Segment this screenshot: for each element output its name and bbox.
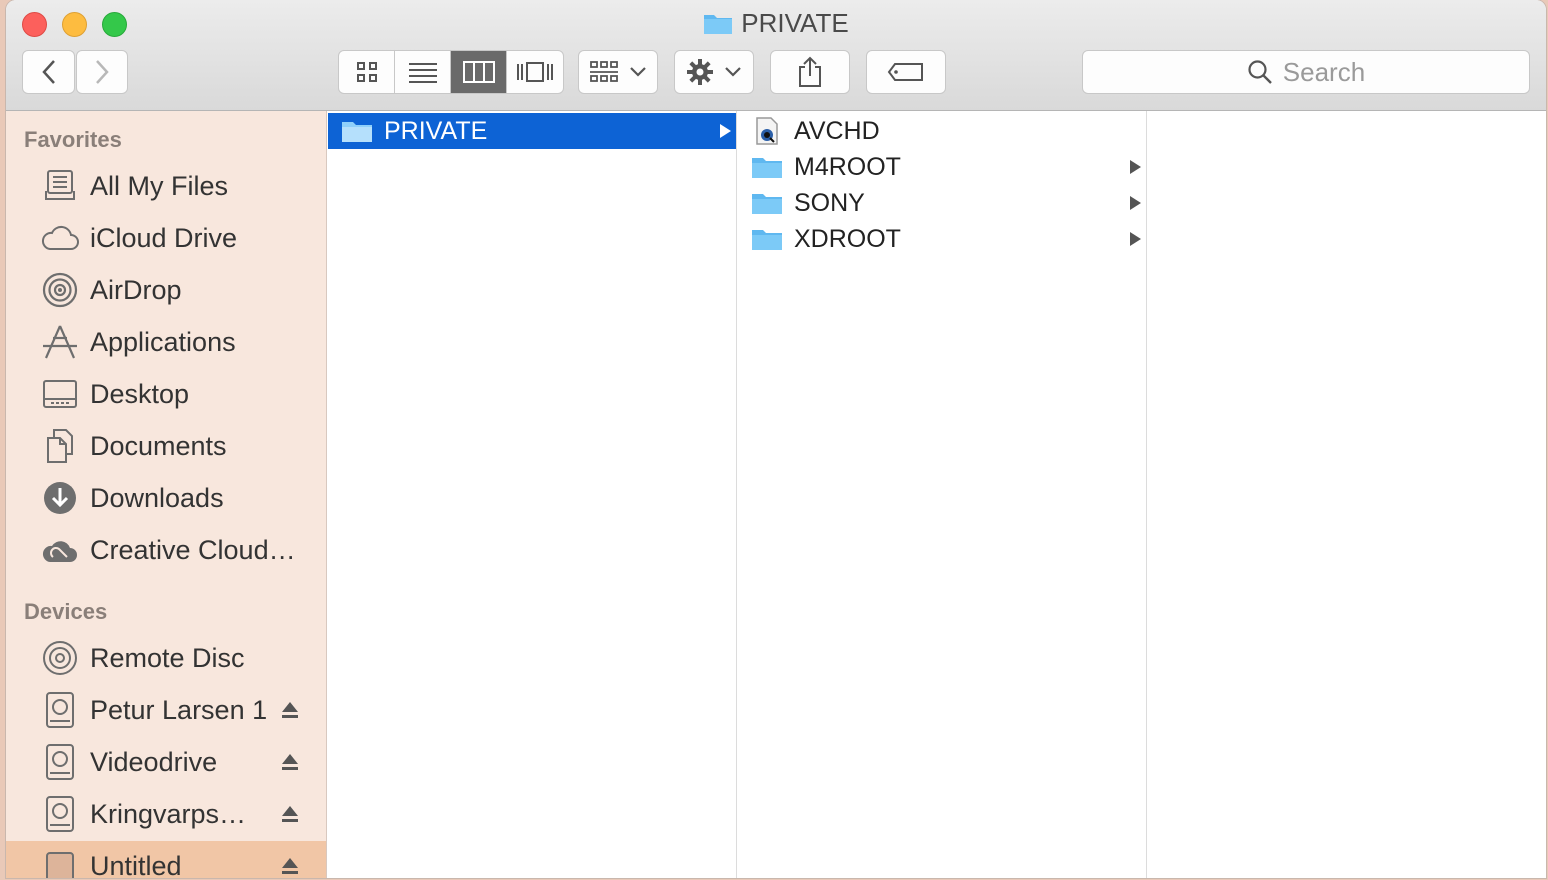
downloads-icon xyxy=(40,478,80,518)
view-mode-segment xyxy=(338,50,564,94)
drive-icon xyxy=(40,846,80,878)
window-title-text: PRIVATE xyxy=(741,8,849,38)
list-item-m4root[interactable]: M4ROOT xyxy=(738,149,1146,185)
creative-cloud-icon xyxy=(40,530,80,570)
folder-icon xyxy=(750,191,784,215)
sidebar-item-desktop[interactable]: Desktop xyxy=(6,369,326,419)
browser-column-2: AVCHD M4ROOT SONY XDROOT xyxy=(738,111,1147,878)
sidebar-item-creative-cloud[interactable]: Creative Cloud… xyxy=(6,525,326,575)
chevron-right-icon xyxy=(96,60,109,84)
eject-icon[interactable] xyxy=(279,752,301,772)
sidebar-item-kringvarps[interactable]: Kringvarps… xyxy=(6,789,326,839)
eject-icon[interactable] xyxy=(279,700,301,720)
all-files-icon xyxy=(40,166,80,206)
disc-icon xyxy=(40,638,80,678)
eject-icon[interactable] xyxy=(279,856,301,876)
window-title: PRIVATE xyxy=(6,8,1546,42)
sidebar-item-icloud-drive[interactable]: iCloud Drive xyxy=(6,213,326,263)
chevron-down-icon xyxy=(630,67,646,77)
list-view-icon xyxy=(408,63,437,83)
drive-icon xyxy=(40,794,80,834)
disclosure-arrow-icon xyxy=(1130,160,1141,174)
sidebar-item-label: All My Files xyxy=(90,170,229,201)
folder-icon xyxy=(750,227,784,251)
column-view-button[interactable] xyxy=(451,51,507,93)
sidebar-item-label: Untitled xyxy=(90,850,182,879)
applications-icon xyxy=(40,322,80,362)
arrange-icon xyxy=(590,61,618,82)
list-item-xdroot[interactable]: XDROOT xyxy=(738,221,1146,257)
chevron-down-icon xyxy=(725,67,741,77)
list-item-label: SONY xyxy=(794,188,865,217)
sidebar-item-applications[interactable]: Applications xyxy=(6,317,326,367)
sidebar-item-untitled[interactable]: Untitled xyxy=(6,841,326,879)
sidebar-item-all-my-files[interactable]: All My Files xyxy=(6,161,326,211)
cover-flow-icon xyxy=(517,62,553,82)
folder-icon xyxy=(750,155,784,179)
gear-icon xyxy=(687,59,713,85)
tag-icon xyxy=(887,63,923,81)
sidebar-section-devices: Devices xyxy=(24,599,108,624)
sidebar-item-label: iCloud Drive xyxy=(90,222,238,253)
back-button[interactable] xyxy=(22,50,75,94)
sidebar-item-label: Kringvarps… xyxy=(90,798,247,829)
list-item-label: AVCHD xyxy=(794,116,880,145)
cloud-icon xyxy=(40,218,80,258)
desktop-icon xyxy=(40,374,80,414)
folder-icon xyxy=(340,119,374,143)
list-item-label: PRIVATE xyxy=(384,116,488,145)
airdrop-icon xyxy=(40,270,80,310)
disclosure-arrow-icon xyxy=(720,124,731,138)
sidebar-item-label: Desktop xyxy=(90,378,190,409)
sidebar-item-label: Videodrive xyxy=(90,746,218,777)
list-item-label: M4ROOT xyxy=(794,152,901,181)
documents-icon xyxy=(40,426,80,466)
cover-flow-button[interactable] xyxy=(507,51,563,93)
sidebar: Favorites All My Files iCloud Drive AirD… xyxy=(6,111,327,878)
disclosure-arrow-icon xyxy=(1130,196,1141,210)
browser-column-3 xyxy=(1148,111,1546,878)
sidebar-item-label: Creative Cloud… xyxy=(90,534,296,565)
search-icon xyxy=(1248,60,1272,84)
tags-button[interactable] xyxy=(866,50,946,94)
share-icon xyxy=(799,56,821,87)
action-button[interactable] xyxy=(674,50,754,94)
sidebar-item-label: Applications xyxy=(90,326,236,357)
icon-view-button[interactable] xyxy=(339,51,395,93)
sidebar-item-label: Remote Disc xyxy=(90,642,245,673)
drive-icon xyxy=(40,742,80,782)
sidebar-item-downloads[interactable]: Downloads xyxy=(6,473,326,523)
sidebar-section-favorites: Favorites xyxy=(24,127,122,152)
search-placeholder: Search xyxy=(1282,56,1366,87)
list-item-label: XDROOT xyxy=(794,224,901,253)
toolbar: PRIVATE Search xyxy=(6,0,1546,111)
sidebar-item-label: Petur Larsen 1 xyxy=(90,694,268,725)
column-view-icon xyxy=(462,61,495,83)
sidebar-item-label: Documents xyxy=(90,430,227,461)
forward-button[interactable] xyxy=(76,50,128,94)
search-field[interactable]: Search xyxy=(1082,50,1530,94)
finder-window: PRIVATE Search Favorites All My Files iC… xyxy=(6,0,1546,878)
list-item-sony[interactable]: SONY xyxy=(738,185,1146,221)
drive-icon xyxy=(40,690,80,730)
list-view-button[interactable] xyxy=(395,51,451,93)
list-item-private[interactable]: PRIVATE xyxy=(328,113,736,149)
sidebar-item-petur-larsen[interactable]: Petur Larsen 1 xyxy=(6,685,326,735)
sidebar-item-airdrop[interactable]: AirDrop xyxy=(6,265,326,315)
package-icon xyxy=(750,116,784,146)
chevron-left-icon xyxy=(41,60,55,84)
browser-column-1: PRIVATE xyxy=(328,111,737,878)
sidebar-item-label: AirDrop xyxy=(90,274,182,305)
sidebar-item-videodrive[interactable]: Videodrive xyxy=(6,737,326,787)
sidebar-item-documents[interactable]: Documents xyxy=(6,421,326,471)
share-button[interactable] xyxy=(770,50,850,94)
eject-icon[interactable] xyxy=(279,804,301,824)
folder-icon xyxy=(703,11,733,42)
icon-view-icon xyxy=(356,62,377,82)
sidebar-item-remote-disc[interactable]: Remote Disc xyxy=(6,633,326,683)
arrange-button[interactable] xyxy=(578,50,658,94)
disclosure-arrow-icon xyxy=(1130,232,1141,246)
list-item-avchd[interactable]: AVCHD xyxy=(738,113,1146,149)
sidebar-item-label: Downloads xyxy=(90,482,224,513)
